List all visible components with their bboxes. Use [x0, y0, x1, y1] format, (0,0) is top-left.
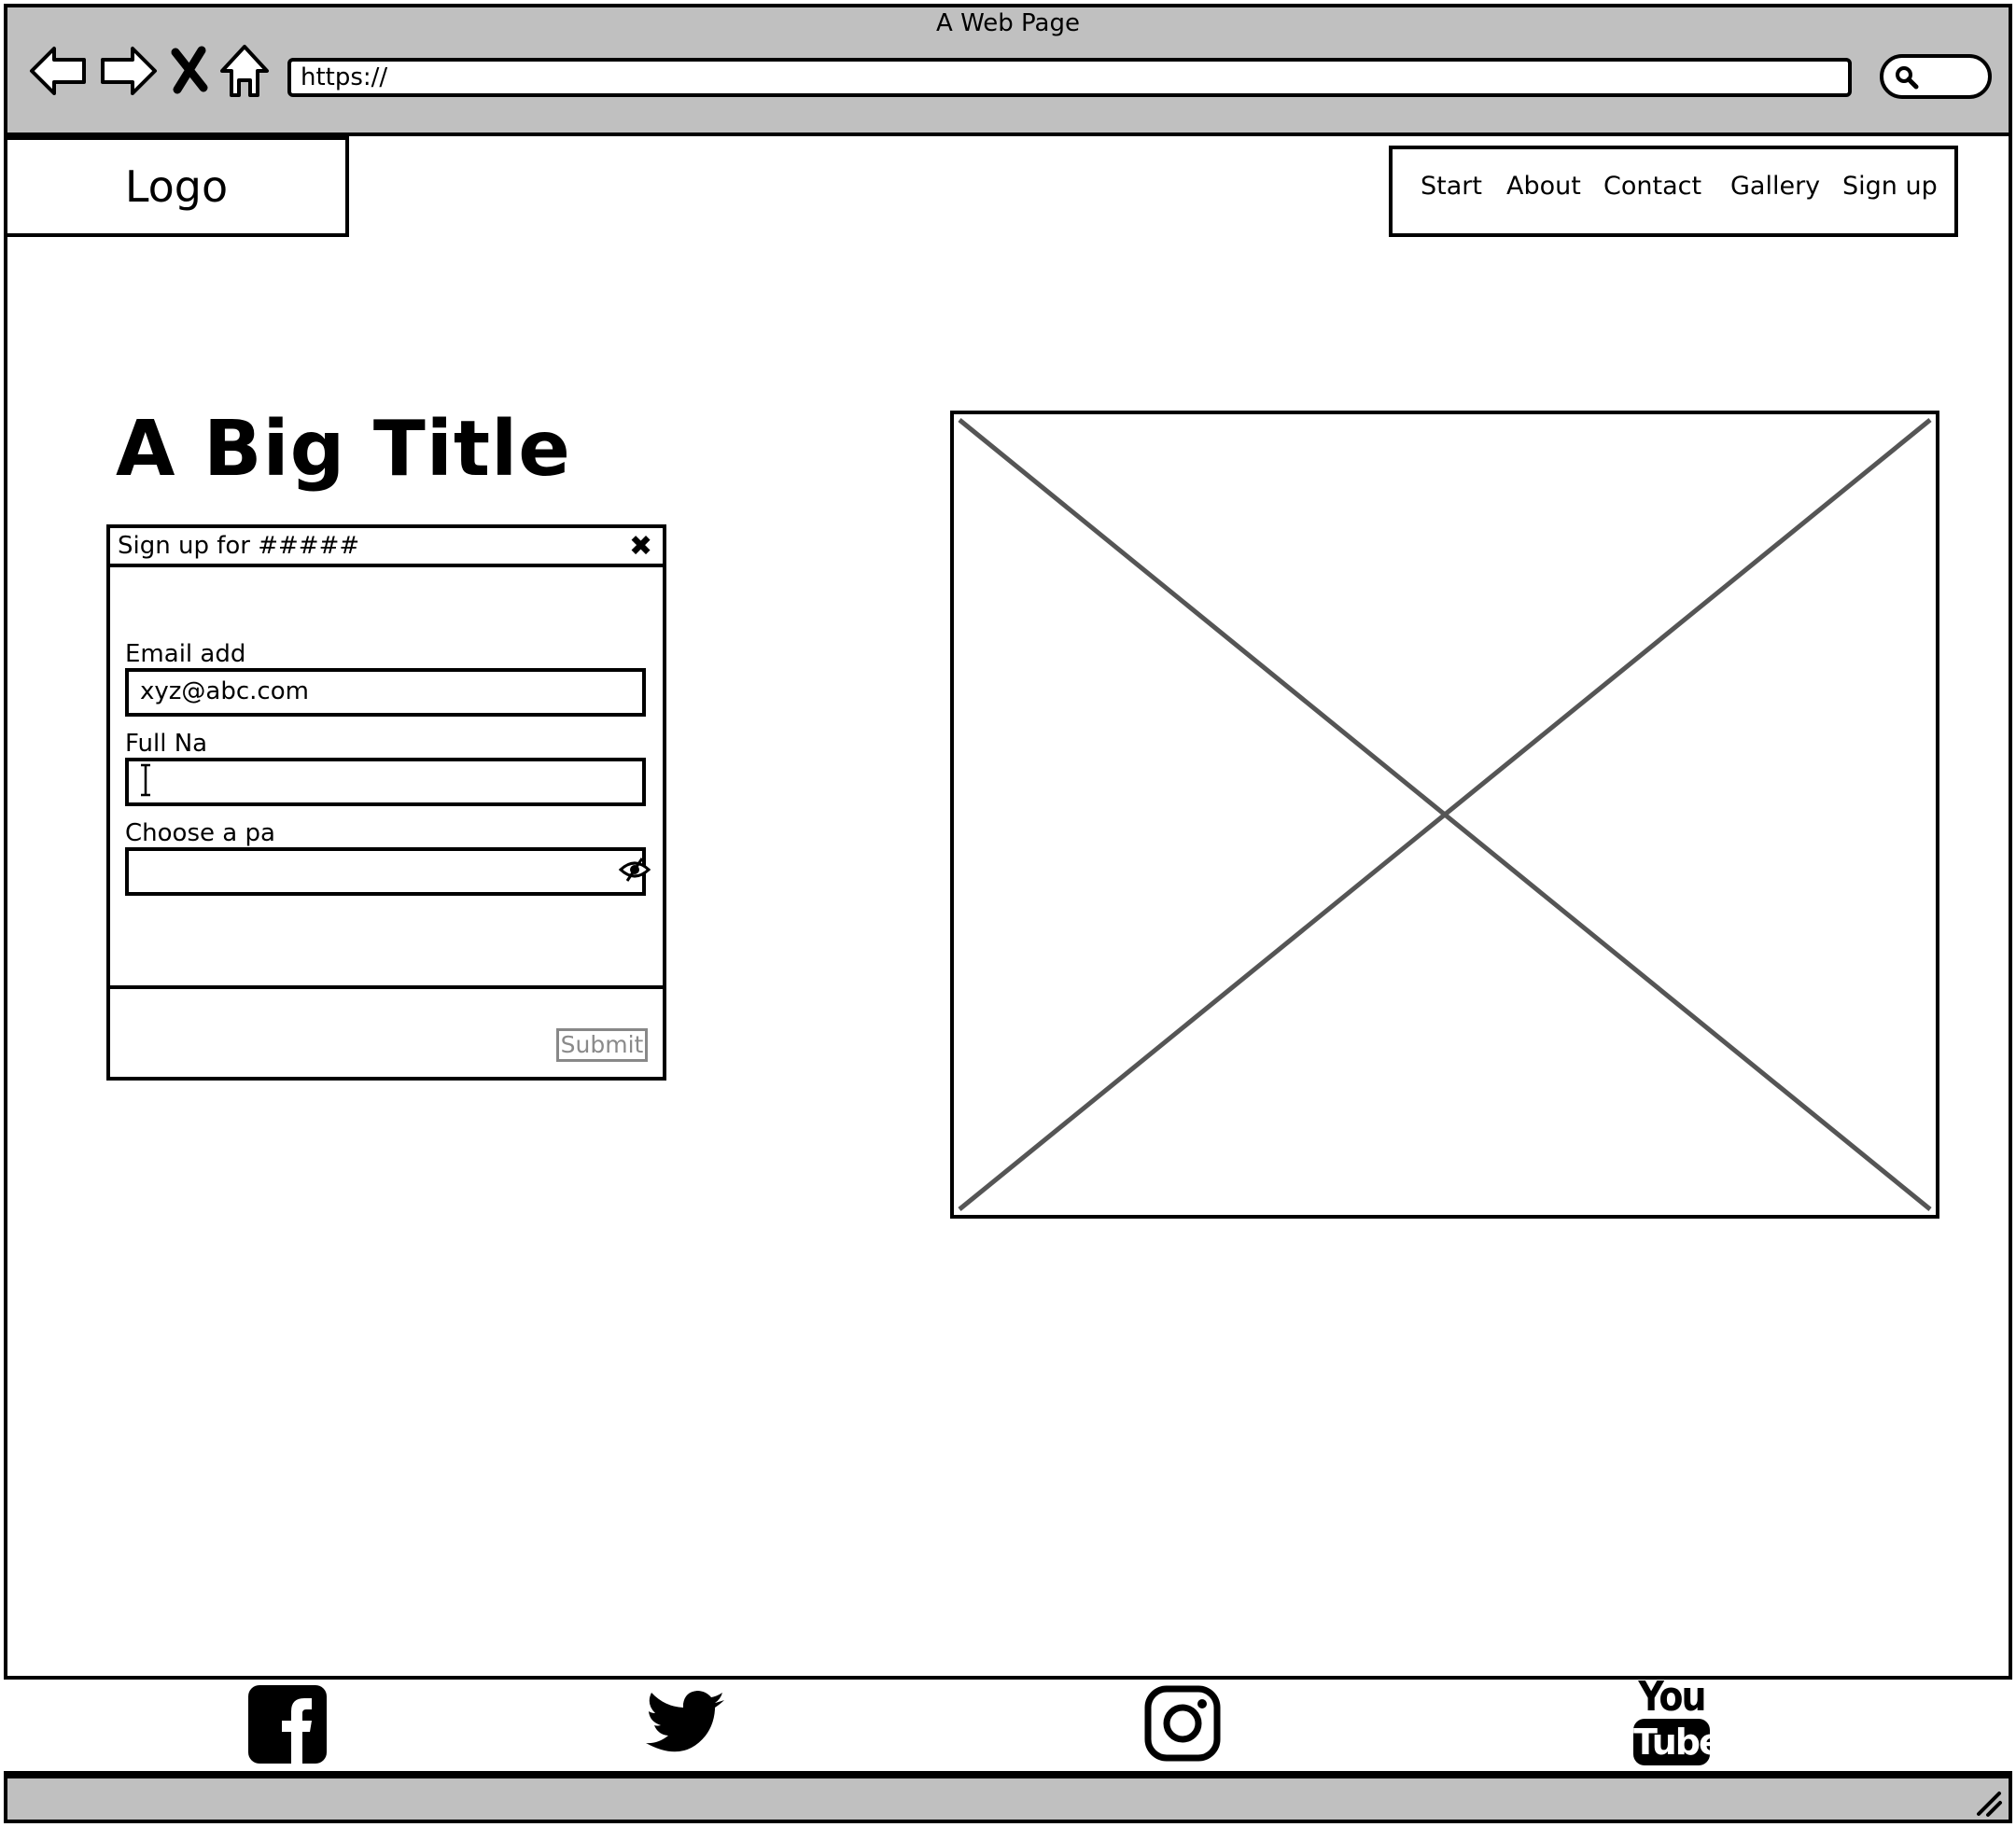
nav-item-start[interactable]: Start [1421, 172, 1482, 201]
window-title: A Web Page [936, 9, 1080, 37]
browser-search-field[interactable] [1880, 54, 1992, 99]
email-field[interactable]: xyz@abc.com [125, 668, 646, 717]
youtube-text-you: You [1638, 1672, 1706, 1721]
password-field[interactable] [125, 847, 646, 896]
full-name-field[interactable] [125, 758, 646, 806]
password-label: Choose a pa [125, 819, 275, 847]
eye-slash-icon[interactable] [618, 855, 651, 885]
page-title: A Big Title [116, 405, 571, 494]
stop-icon[interactable] [168, 41, 211, 101]
status-bar [4, 1775, 2012, 1823]
full-name-label: Full Na [125, 730, 208, 758]
twitter-icon[interactable] [646, 1691, 726, 1758]
facebook-icon[interactable] [248, 1685, 327, 1764]
nav-item-about[interactable]: About [1506, 172, 1581, 201]
youtube-text-tube: Tube [1633, 1719, 1723, 1765]
home-icon[interactable] [218, 41, 271, 101]
email-label: Email add [125, 640, 246, 668]
text-cursor-icon [141, 763, 150, 797]
dialog-footer-divider [110, 985, 663, 989]
logo[interactable]: Logo [4, 136, 349, 237]
dialog-title: Sign up for ##### [118, 532, 360, 560]
nav-item-gallery[interactable]: Gallery [1730, 172, 1820, 201]
image-placeholder [950, 411, 1939, 1219]
url-input[interactable]: https:// [287, 58, 1852, 97]
forward-arrow-icon[interactable] [95, 41, 161, 101]
nav-item-sign-up[interactable]: Sign up [1842, 172, 1938, 201]
back-arrow-icon[interactable] [26, 41, 91, 101]
search-icon [1896, 66, 1919, 90]
nav-item-contact[interactable]: Contact [1603, 172, 1701, 201]
instagram-icon[interactable] [1144, 1685, 1221, 1762]
resize-grip-icon[interactable] [1975, 1790, 2003, 1818]
youtube-icon[interactable]: You Tube [1630, 1672, 1723, 1767]
close-icon[interactable]: ✖ [629, 530, 652, 563]
placeholder-cross-icon [958, 418, 1932, 1211]
submit-button[interactable]: Submit [556, 1028, 648, 1062]
